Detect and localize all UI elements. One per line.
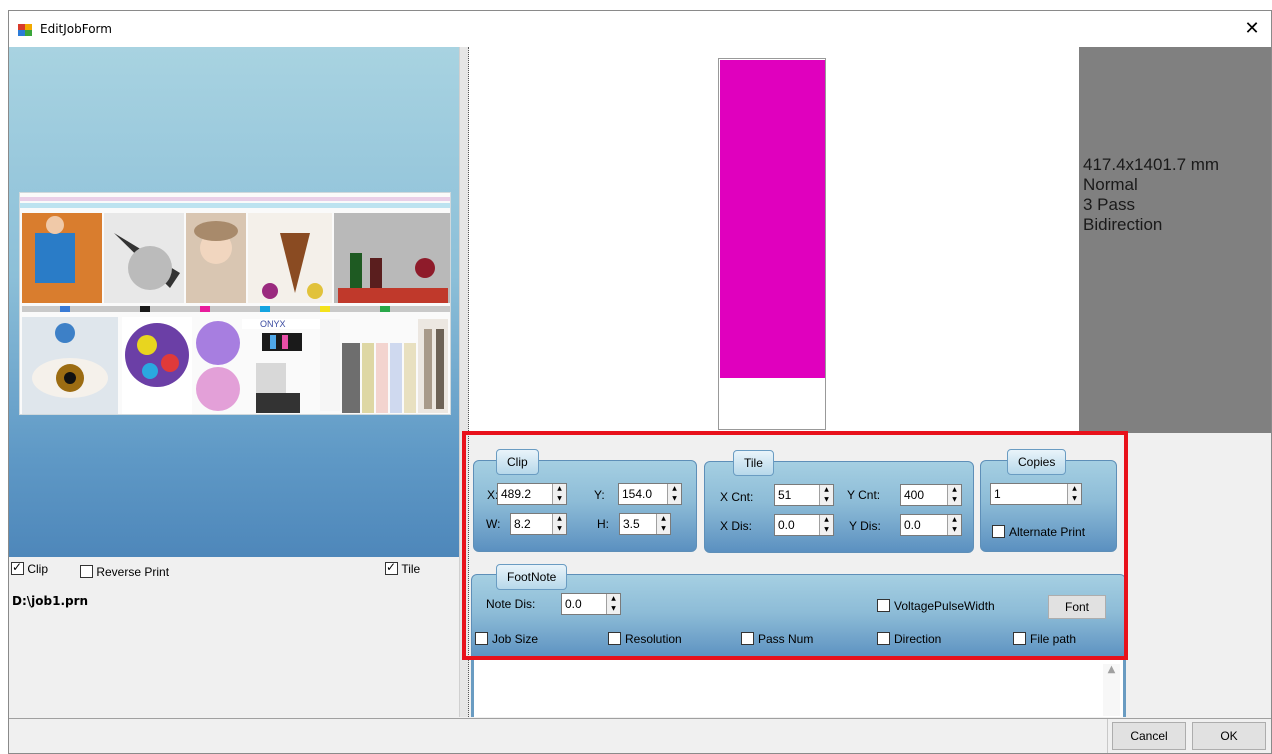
reverse-print-checkbox[interactable]: Reverse Print [80,564,169,579]
status-separator [1107,719,1108,753]
job-info-text: 417.4x1401.7 mm Normal 3 Pass Bidirectio… [1083,155,1219,235]
title-bar [9,11,1271,47]
window-title: EditJobForm [40,22,112,36]
pass-info: 3 Pass [1083,195,1135,214]
left-options-area [9,557,459,717]
close-icon[interactable]: ✕ [1236,14,1268,44]
note-list[interactable] [471,660,1126,717]
reverse-print-check-box[interactable] [80,565,93,579]
ok-button[interactable]: OK [1192,722,1266,750]
tile-checkbox-label: Tile [401,561,421,576]
status-bar [9,718,1271,753]
tile-check-box[interactable] [385,560,398,576]
job-size-info: 417.4x1401.7 mm [1083,155,1220,174]
tile-checkbox[interactable]: Tile [385,560,421,576]
cancel-button[interactable]: Cancel [1112,722,1186,750]
right-empty-area [1126,433,1271,717]
clip-checkbox-label: Clip [27,561,49,576]
direction-info: Bidirection [1083,215,1163,234]
clip-check-box[interactable] [11,560,24,576]
clip-checkbox[interactable]: Clip [11,560,49,576]
scroll-up-icon[interactable]: ▲ [1103,664,1120,716]
job-filename: D:\job1.prn [12,594,89,608]
print-mode-info: Normal [1083,175,1138,194]
app-icon [17,22,33,38]
thumbnail-caption: ONYX [260,319,286,329]
job-preview-block [720,60,825,378]
job-thumbnail: ONYX [19,192,451,415]
job-info-panel [1079,47,1271,433]
reverse-print-label: Reverse Print [96,564,170,579]
highlight-box [462,431,1128,660]
